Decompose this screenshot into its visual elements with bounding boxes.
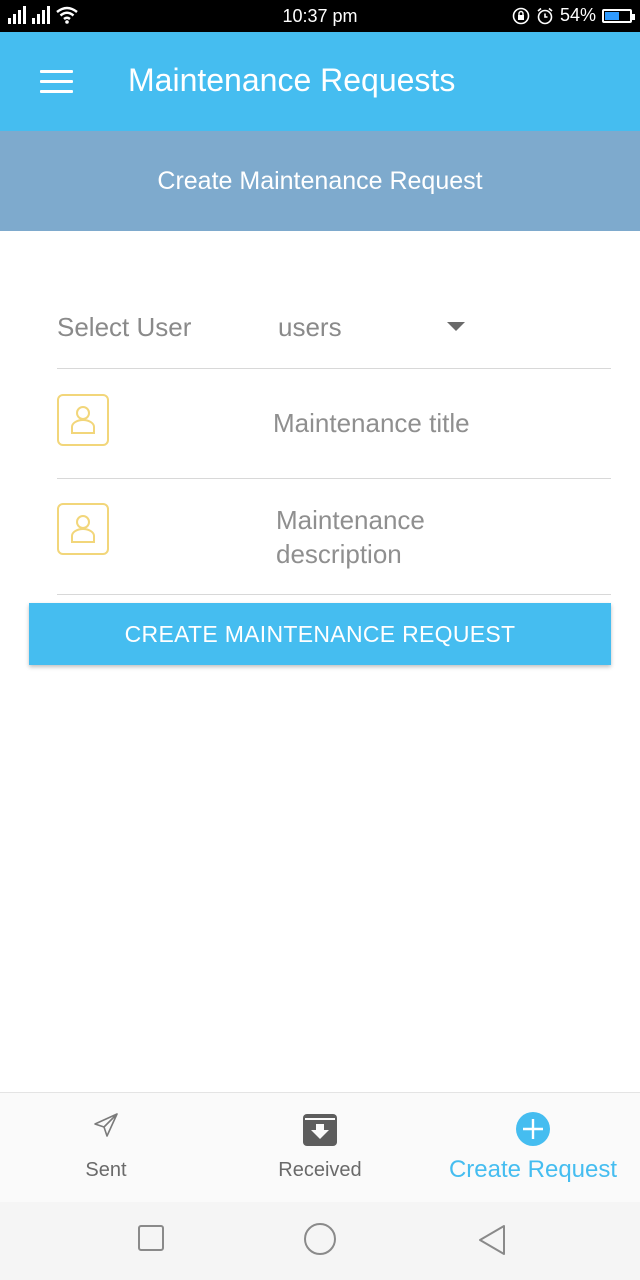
nav-item-sent[interactable]: Sent xyxy=(56,1093,156,1203)
recent-apps-square-icon[interactable] xyxy=(137,1224,165,1257)
nav-item-create-request[interactable]: Create Request xyxy=(440,1093,626,1203)
paper-plane-icon xyxy=(92,1111,120,1144)
system-navigation-bar xyxy=(0,1202,640,1280)
maintenance-description-input[interactable]: Maintenance description xyxy=(276,503,476,571)
maintenance-title-row: Maintenance title xyxy=(57,369,611,479)
user-icon xyxy=(57,503,109,555)
nav-label-received: Received xyxy=(278,1159,362,1181)
maintenance-title-input[interactable]: Maintenance title xyxy=(273,406,470,440)
home-circle-icon[interactable] xyxy=(303,1222,337,1261)
nav-label-create-request: Create Request xyxy=(448,1156,618,1183)
plus-circle-icon xyxy=(515,1111,551,1152)
page-title: Maintenance Requests xyxy=(128,62,456,98)
back-triangle-icon[interactable] xyxy=(477,1224,507,1261)
bottom-navigation: Sent Received Create Request xyxy=(0,1092,640,1203)
user-dropdown[interactable]: users xyxy=(278,312,342,343)
create-maintenance-request-button[interactable]: CREATE MAINTENANCE REQUEST xyxy=(29,603,611,665)
select-user-row[interactable]: Select User users xyxy=(57,290,611,369)
status-right: 54% xyxy=(512,5,635,26)
battery-icon xyxy=(602,8,635,23)
hamburger-menu-icon[interactable] xyxy=(40,70,73,94)
alarm-clock-icon xyxy=(537,7,553,24)
maintenance-description-row: Maintenance description xyxy=(57,479,611,595)
section-header: Create Maintenance Request xyxy=(0,131,640,231)
nav-item-received[interactable]: Received xyxy=(260,1093,380,1203)
nav-label-sent: Sent xyxy=(85,1159,127,1181)
inbox-download-icon xyxy=(302,1111,338,1152)
status-bar: 10:37 pm 54% xyxy=(0,0,640,32)
user-icon xyxy=(57,394,109,446)
battery-percent: 54% xyxy=(559,5,596,25)
rotation-lock-icon xyxy=(512,7,530,24)
app-bar: Maintenance Requests xyxy=(0,32,640,131)
dropdown-arrow-icon[interactable] xyxy=(447,322,465,331)
select-user-label: Select User xyxy=(57,312,192,342)
